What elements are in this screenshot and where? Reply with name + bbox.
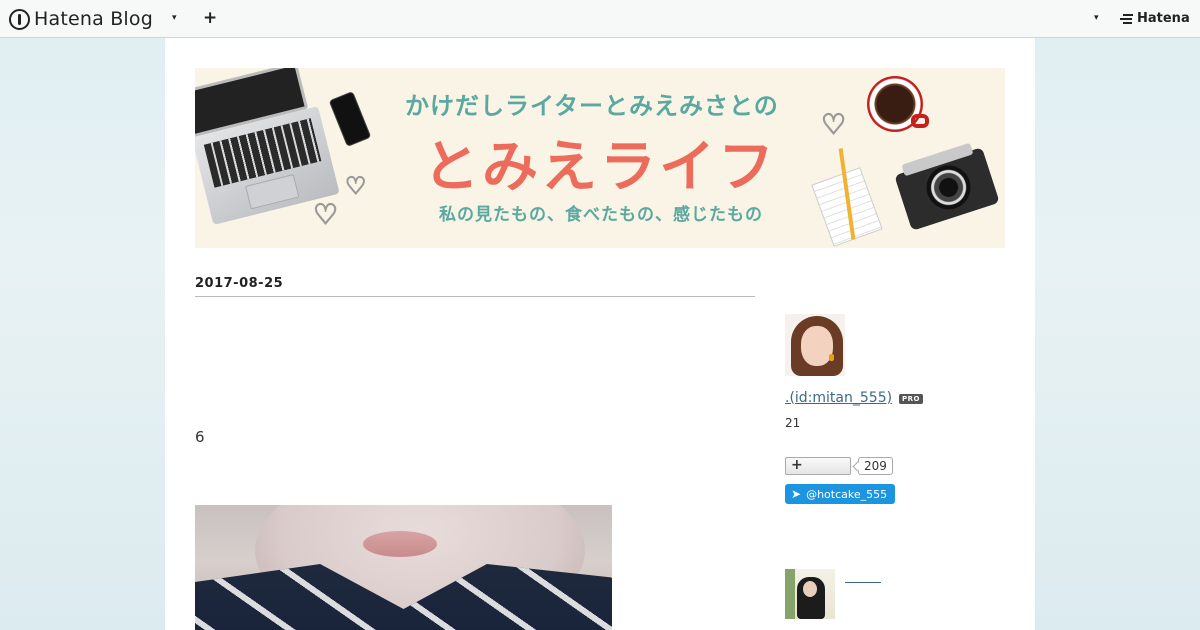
twitter-follow-button[interactable]: ➤ @hotcake_555	[785, 484, 896, 504]
plus-icon: +	[791, 457, 803, 473]
blog-container: ♡ ♡ ♡ かけだしライターとみえみさとの とみえライフ 私の見たもの、食べたも…	[165, 38, 1035, 630]
banner-subtitle: かけだしライターとみえみさとの	[405, 92, 779, 120]
entry-paragraph: 6	[195, 428, 205, 446]
blog-header-banner[interactable]: ♡ ♡ ♡ かけだしライターとみえみさとの とみえライフ 私の見たもの、食べたも…	[195, 68, 1005, 248]
heart-icon: ♡	[820, 107, 847, 141]
related-entry-link[interactable]	[845, 582, 881, 583]
heart-icon: ♡	[344, 171, 367, 200]
banner-title: とみえライフ	[423, 135, 777, 200]
author-id-link[interactable]: .(id:mitan_555)	[785, 390, 892, 406]
related-entry-thumbnail[interactable]	[785, 569, 835, 619]
coffee-cup-handle	[911, 114, 929, 128]
lips-detail	[363, 531, 437, 557]
banner-tagline: 私の見たもの、食べたもの、感じたもの	[439, 205, 763, 225]
subscriber-count: 209	[858, 457, 893, 475]
heart-icon: ♡	[312, 197, 339, 231]
hatena-text: Hatena	[1137, 11, 1190, 26]
global-nav: Hatena Blog ▾ + ▾ Hatena	[0, 0, 1200, 38]
entry-date[interactable]: 2017-08-25	[195, 277, 755, 297]
twitter-handle: @hotcake_555	[806, 487, 888, 501]
twitter-bird-icon: ➤	[791, 487, 802, 501]
author-avatar[interactable]	[785, 314, 845, 376]
hatena-blog-logo-icon	[9, 8, 30, 30]
blog-days-count: 21	[785, 416, 801, 430]
hatena-link[interactable]: Hatena	[1120, 11, 1190, 26]
camera-illustration	[894, 142, 1000, 231]
blog-menu-chevron-down-icon[interactable]: ▾	[172, 13, 177, 23]
logo-text: Hatena Blog	[34, 8, 153, 30]
subscribe-button[interactable]: +	[785, 457, 851, 475]
hatena-blog-logo[interactable]: Hatena Blog	[9, 8, 153, 30]
pro-badge: PRO	[899, 394, 923, 404]
hatena-icon	[1120, 13, 1134, 25]
account-menu-chevron-down-icon[interactable]: ▾	[1094, 13, 1099, 23]
entry-photo[interactable]	[195, 505, 612, 630]
entry: 2017-08-25 6	[195, 277, 755, 630]
new-post-button[interactable]: +	[203, 8, 217, 28]
